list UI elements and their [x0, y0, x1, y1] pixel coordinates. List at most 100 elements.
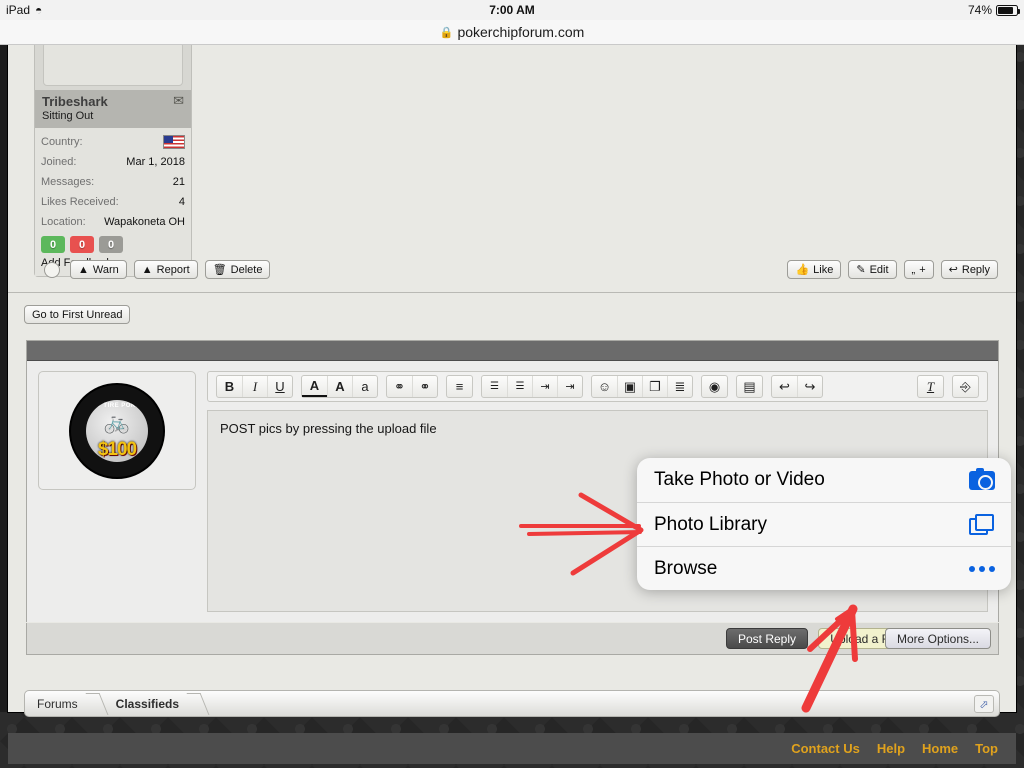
breadcrumb-item-forums[interactable]: Forums	[25, 697, 90, 711]
numbered-list-icon[interactable]: ☰	[507, 376, 532, 397]
editor-submit-row: Post Reply Upload a File More Options...	[26, 623, 999, 655]
edit-label: Edit	[869, 263, 889, 276]
warning-triangle-icon: ▲	[78, 263, 89, 276]
bullet-list-icon[interactable]: ☰	[482, 376, 507, 397]
italic-icon[interactable]: I	[242, 376, 267, 397]
user-avatar[interactable]	[43, 45, 183, 86]
action-take-photo-or-video[interactable]: Take Photo or Video	[637, 458, 1011, 502]
text-color-icon[interactable]: A	[302, 376, 327, 397]
footer-link-top[interactable]: Top	[975, 741, 998, 756]
edit-button[interactable]: ✎ Edit	[848, 260, 897, 279]
indent-increase-icon[interactable]: ⇥	[557, 376, 582, 397]
trash-icon: 🗑	[212, 264, 227, 276]
footer-link-help[interactable]: Help	[877, 741, 905, 756]
quote-label: +	[919, 263, 926, 276]
toolbar-group-align: ≡	[446, 375, 473, 398]
poker-chip-avatar-icon: FAT TIRE POKER 🚲 $100	[66, 379, 168, 482]
stat-label: Joined:	[41, 156, 77, 168]
remove-formatting-icon[interactable]: T	[918, 376, 943, 397]
left-gutter	[0, 45, 8, 712]
stat-label: Messages:	[41, 176, 95, 188]
toolbar-group-clear: T	[917, 375, 944, 398]
stat-value: Mar 1, 2018	[126, 156, 185, 168]
action-browse[interactable]: Browse	[637, 546, 1011, 590]
camera-icon	[969, 467, 995, 490]
stat-label: Likes Received:	[41, 196, 119, 208]
post-reply-button[interactable]: Post Reply	[725, 628, 808, 649]
more-options-button[interactable]: More Options...	[884, 628, 991, 649]
quote-icon: „	[911, 263, 916, 276]
feedback-neutral-badge[interactable]: 0	[99, 236, 123, 253]
photo-library-icon	[969, 513, 995, 536]
chip-denomination: $100	[97, 438, 137, 460]
reply-arrow-icon: ↩	[948, 264, 958, 276]
redo-icon[interactable]: ↪	[797, 376, 822, 397]
chip-inner: FAT TIRE POKER 🚲 $100	[86, 399, 148, 462]
quote-button[interactable]: „ +	[903, 260, 934, 279]
toolbar-group-history: ↩ ↪	[771, 375, 823, 398]
chip-ring-text: FAT TIRE POKER	[88, 402, 146, 409]
user-status: Sitting Out	[42, 110, 94, 122]
footer-link-bar: Contact Us Help Home Top	[8, 733, 1016, 764]
editor-top-bar	[27, 341, 998, 361]
bicycle-icon: 🚲	[103, 410, 131, 434]
footer-link-contact-us[interactable]: Contact Us	[791, 741, 860, 756]
post-action-bar: ▲ Warn ▲ Report 🗑 Delete 👍 Like ✎ Edit „…	[8, 254, 1016, 292]
indent-decrease-icon[interactable]: ⇥	[532, 376, 557, 397]
breadcrumb-separator	[90, 690, 104, 717]
action-photo-library[interactable]: Photo Library	[637, 502, 1011, 546]
insert-quote-icon[interactable]: ≣	[667, 376, 692, 397]
insert-media-icon[interactable]: ❐	[642, 376, 667, 397]
forum-post: Tribeshark Sitting Out ✉ Country: Joined…	[8, 45, 1016, 293]
feedback-negative-badge[interactable]: 0	[70, 236, 94, 253]
pencil-icon: ✎	[856, 264, 866, 276]
footer-link-home[interactable]: Home	[922, 741, 958, 756]
moderation-buttons: ▲ Warn ▲ Report 🗑 Delete	[70, 260, 271, 279]
align-icon[interactable]: ≡	[447, 376, 472, 397]
action-label: Photo Library	[654, 513, 768, 535]
stat-value: 4	[178, 196, 185, 208]
breadcrumb-item-classifieds[interactable]: Classifieds	[104, 697, 191, 711]
post-user-card: Tribeshark Sitting Out ✉ Country: Joined…	[34, 45, 192, 277]
toggle-bbcode-icon[interactable]: ⎆	[953, 376, 978, 397]
stat-row-country: Country:	[41, 132, 185, 152]
toolbar-group-formatting: B I U	[216, 375, 293, 398]
save-draft-icon[interactable]: ▤	[737, 376, 762, 397]
stat-row-messages: Messages: 21	[41, 172, 185, 192]
composer-avatar: FAT TIRE POKER 🚲 $100	[38, 371, 196, 490]
open-in-new-icon[interactable]: ⬀	[974, 695, 994, 713]
reply-button[interactable]: ↩ Reply	[940, 260, 998, 279]
browser-address-bar[interactable]: 🔒 pokerchipforum.com	[0, 20, 1024, 45]
insert-image-icon[interactable]: ▣	[617, 376, 642, 397]
smilies-icon[interactable]: ☺	[592, 376, 617, 397]
delete-button[interactable]: 🗑 Delete	[204, 260, 271, 279]
toolbar-group-insert: ☺ ▣ ❐ ≣	[591, 375, 693, 398]
report-label: Report	[156, 263, 190, 276]
toolbar-group-draft: ▤	[736, 375, 763, 398]
envelope-icon[interactable]: ✉	[173, 94, 184, 108]
camera-icon[interactable]: ◉	[702, 376, 727, 397]
battery-percent: 74%	[967, 3, 992, 17]
bold-icon[interactable]: B	[217, 376, 242, 397]
undo-icon[interactable]: ↩	[772, 376, 797, 397]
insert-link-icon[interactable]: ⚭	[387, 376, 412, 397]
status-time: 7:00 AM	[489, 3, 535, 17]
like-button[interactable]: 👍 Like	[787, 260, 842, 279]
toolbar-group-bbcode: ⎆	[952, 375, 979, 398]
feedback-positive-badge[interactable]: 0	[41, 236, 65, 253]
warn-button[interactable]: ▲ Warn	[70, 260, 127, 279]
username[interactable]: Tribeshark	[42, 94, 108, 109]
go-to-first-unread-button[interactable]: Go to First Unread	[24, 305, 131, 324]
ios-status-bar: iPad ◓ 7:00 AM 74%	[0, 0, 1024, 20]
unlink-icon[interactable]: ⚭	[412, 376, 437, 397]
underline-icon[interactable]: U	[267, 376, 292, 397]
reply-label: Reply	[961, 263, 990, 276]
font-size-icon[interactable]: A	[327, 376, 352, 397]
action-label: Take Photo or Video	[654, 469, 825, 490]
font-family-icon[interactable]: a	[352, 376, 377, 397]
delete-label: Delete	[230, 263, 263, 276]
post-select-checkbox[interactable]	[44, 262, 60, 278]
toolbar-group-list: ☰ ☰ ⇥ ⇥	[481, 375, 583, 398]
upload-action-sheet: Take Photo or Video Photo Library Browse	[637, 458, 1011, 590]
report-button[interactable]: ▲ Report	[133, 260, 198, 279]
